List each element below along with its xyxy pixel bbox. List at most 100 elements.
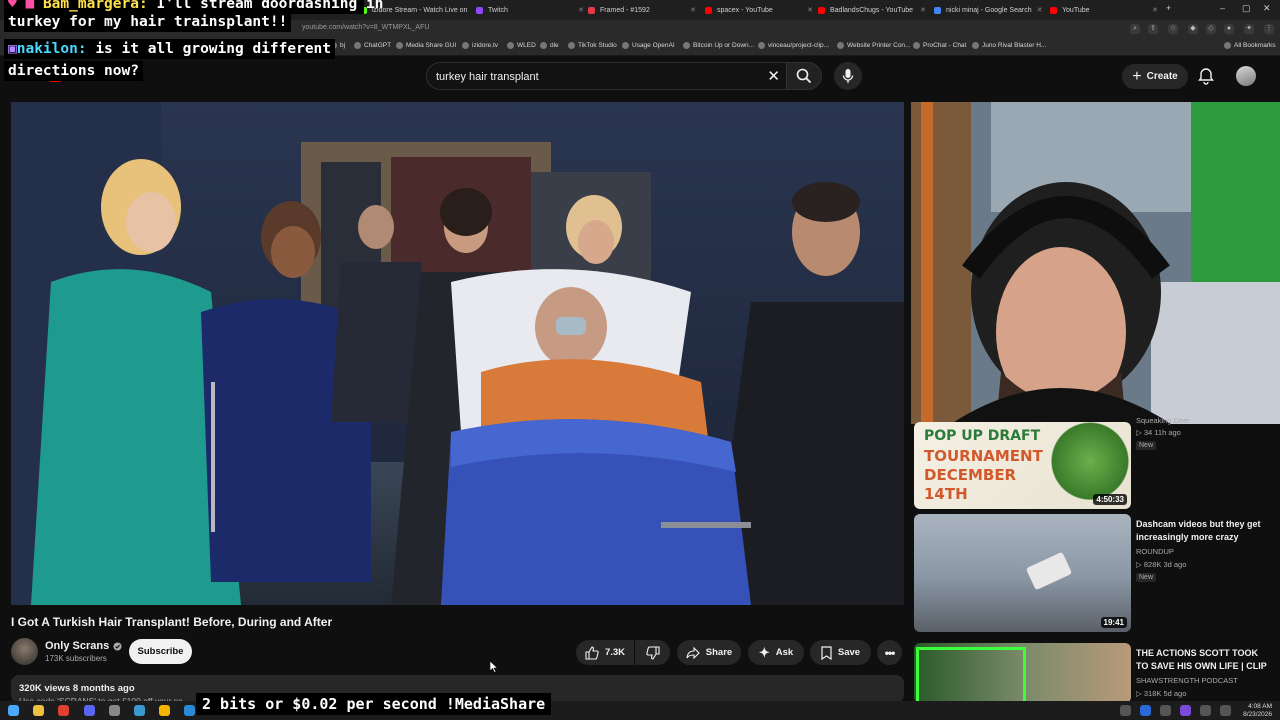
bookmark-item[interactable]: izidore.tv bbox=[462, 42, 498, 49]
bookmark-item[interactable]: WLED bbox=[507, 42, 536, 49]
close-tab-icon[interactable]: ✕ bbox=[1037, 6, 1042, 14]
browser-tab[interactable]: YouTube ✕ bbox=[1050, 3, 1158, 17]
discord-icon[interactable] bbox=[84, 705, 95, 716]
notifications-bell-icon[interactable] bbox=[1197, 67, 1215, 85]
browser-tab[interactable]: BadlandsChugs - YouTube ✕ bbox=[818, 3, 926, 17]
bookmark-item[interactable]: Juno Rival Blaster H... bbox=[972, 42, 1046, 49]
channel-name[interactable]: Only Scrans bbox=[45, 640, 109, 652]
app-icon[interactable] bbox=[184, 705, 195, 716]
start-menu-icon[interactable] bbox=[8, 705, 19, 716]
tab-label: BadlandsChugs - YouTube bbox=[830, 6, 914, 14]
search-box[interactable]: turkey hair transplant ✕ bbox=[426, 62, 786, 90]
bookmark-label: Bitcoin Up or Down... bbox=[693, 42, 755, 49]
recommended-channel-name[interactable]: ROUNDUP bbox=[1136, 547, 1174, 556]
recommended-video-meta: ▷ 828K 3d ago bbox=[1136, 560, 1187, 569]
close-tab-icon[interactable]: ✕ bbox=[690, 6, 696, 14]
bookmark-item[interactable]: vinceau/project-clip... bbox=[758, 42, 829, 49]
crashing-car bbox=[1025, 551, 1073, 591]
share-page-icon[interactable]: ⇪ bbox=[1148, 24, 1158, 34]
share-arrow-icon bbox=[686, 646, 700, 659]
minimize-button[interactable]: – bbox=[1220, 3, 1225, 13]
save-button[interactable]: Save bbox=[810, 640, 871, 665]
tab-label: nicki minaj - Google Search bbox=[946, 6, 1032, 14]
close-tab-icon[interactable]: ✕ bbox=[920, 6, 926, 14]
video-thumbnail[interactable] bbox=[914, 643, 1131, 703]
voice-search-button[interactable] bbox=[834, 62, 862, 90]
thumbs-down-icon bbox=[645, 645, 660, 660]
extension-icon[interactable]: ◆ bbox=[1188, 24, 1198, 34]
browser-tab[interactable]: spacex - YouTube ✕ bbox=[705, 3, 813, 17]
close-tab-icon[interactable]: ✕ bbox=[578, 6, 584, 14]
chrome-icon[interactable] bbox=[159, 705, 170, 716]
close-tab-icon[interactable]: ✕ bbox=[1152, 6, 1158, 14]
recommended-channel-name[interactable]: SHAWSTRENGTH PODCAST bbox=[1136, 676, 1238, 685]
tray-icon[interactable] bbox=[1160, 705, 1171, 716]
bookmark-favicon-icon bbox=[396, 42, 403, 49]
tray-icon[interactable] bbox=[1140, 705, 1151, 716]
profile-icon[interactable]: ● bbox=[1224, 24, 1234, 34]
bookmark-favicon-icon bbox=[758, 42, 765, 49]
clear-search-icon[interactable]: ✕ bbox=[767, 67, 780, 85]
obs-icon[interactable] bbox=[109, 705, 120, 716]
close-window-button[interactable]: ✕ bbox=[1263, 3, 1271, 14]
tray-icon[interactable] bbox=[1180, 705, 1191, 716]
bookmark-item[interactable]: All Bookmarks bbox=[1224, 42, 1276, 49]
search-icon bbox=[796, 68, 812, 84]
more-actions-button[interactable]: ••• bbox=[877, 640, 902, 665]
sparkle-icon: ✦ bbox=[758, 644, 770, 660]
browser-tab[interactable]: Framed - #1592 ✕ bbox=[588, 3, 696, 17]
recommended-video-title[interactable]: THE ACTIONS SCOTT TOOK TO SAVE HIS OWN L… bbox=[1136, 647, 1271, 673]
bookmark-favicon-icon bbox=[972, 42, 979, 49]
bookmark-favicon-icon bbox=[683, 42, 690, 49]
tray-icon[interactable] bbox=[1120, 705, 1131, 716]
bookmark-item[interactable]: TikTok Studio bbox=[568, 42, 617, 49]
chat-text: is it all growing different bbox=[95, 41, 332, 57]
video-duration: 19:41 bbox=[1100, 617, 1127, 628]
bookmark-item[interactable]: dle bbox=[540, 42, 559, 49]
bookmark-label: vinceau/project-clip... bbox=[768, 42, 830, 49]
bookmark-star-icon[interactable]: ☆ bbox=[1168, 24, 1178, 34]
brave-browser-icon[interactable] bbox=[58, 705, 69, 716]
search-input[interactable]: turkey hair transplant bbox=[436, 71, 539, 83]
maximize-button[interactable]: ▢ bbox=[1242, 3, 1251, 14]
video-thumbnail[interactable]: POP UP DRAFT TOURNAMENT DECEMBER 14TH 4:50:3… bbox=[914, 422, 1131, 509]
bookmark-item[interactable]: Website Printer Con... bbox=[837, 42, 910, 49]
video-player[interactable] bbox=[11, 102, 904, 605]
dislike-button[interactable] bbox=[635, 640, 670, 665]
tray-icon[interactable] bbox=[1220, 705, 1231, 716]
url-field[interactable]: youtube.com/watch?v=8_WTMPXL_AFU bbox=[302, 24, 429, 31]
share-button[interactable]: Share bbox=[677, 640, 741, 665]
recommended-video-meta: ▷ 318K 5d ago bbox=[1136, 689, 1187, 698]
bookmark-item[interactable]: Usage OpenAI bbox=[622, 42, 675, 49]
like-button[interactable]: 7.3K bbox=[576, 640, 634, 665]
bookmark-label: Website Printer Con... bbox=[847, 42, 911, 49]
video-thumbnail[interactable]: 19:41 bbox=[914, 514, 1131, 632]
channel-avatar[interactable] bbox=[11, 638, 38, 665]
tray-icon[interactable] bbox=[1200, 705, 1211, 716]
app-icon[interactable] bbox=[134, 705, 145, 716]
bookmark-label: Juno Rival Blaster H... bbox=[982, 42, 1047, 49]
browser-tab[interactable]: Twitch ✕ bbox=[476, 3, 584, 17]
bookmark-item[interactable]: ChatGPT bbox=[354, 42, 391, 49]
zoom-icon[interactable]: ⌕ bbox=[1130, 24, 1140, 34]
browser-menu-icon[interactable]: ⋮ bbox=[1264, 24, 1274, 34]
channel-name-row[interactable]: Only Scrans bbox=[45, 640, 122, 652]
create-button[interactable]: + Create bbox=[1122, 64, 1188, 89]
subscribe-button[interactable]: Subscribe bbox=[129, 639, 192, 664]
bookmark-item[interactable]: Bitcoin Up or Down... bbox=[683, 42, 754, 49]
system-clock[interactable]: 4:08 AM 8/23/2026 bbox=[1243, 703, 1272, 719]
new-tab-button[interactable]: + bbox=[1166, 3, 1171, 13]
ask-button[interactable]: ✦ Ask bbox=[748, 640, 804, 665]
recommended-video-title[interactable]: Dashcam videos but they get increasingly… bbox=[1136, 518, 1271, 544]
search-button[interactable] bbox=[786, 62, 822, 90]
bookmark-favicon-icon bbox=[837, 42, 844, 49]
bookmark-item[interactable]: ProChat - Chat bbox=[913, 42, 966, 49]
file-explorer-icon[interactable] bbox=[33, 705, 44, 716]
close-tab-icon[interactable]: ✕ bbox=[807, 6, 813, 14]
bookmark-item[interactable]: Media Share GUI bbox=[396, 42, 456, 49]
tab-favicon-icon bbox=[1050, 6, 1057, 14]
extensions-puzzle-icon[interactable]: ✦ bbox=[1244, 24, 1254, 34]
account-avatar[interactable] bbox=[1236, 66, 1256, 86]
extension-icon[interactable]: ◇ bbox=[1206, 24, 1216, 34]
browser-tab[interactable]: nicki minaj - Google Search ✕ bbox=[934, 3, 1042, 17]
